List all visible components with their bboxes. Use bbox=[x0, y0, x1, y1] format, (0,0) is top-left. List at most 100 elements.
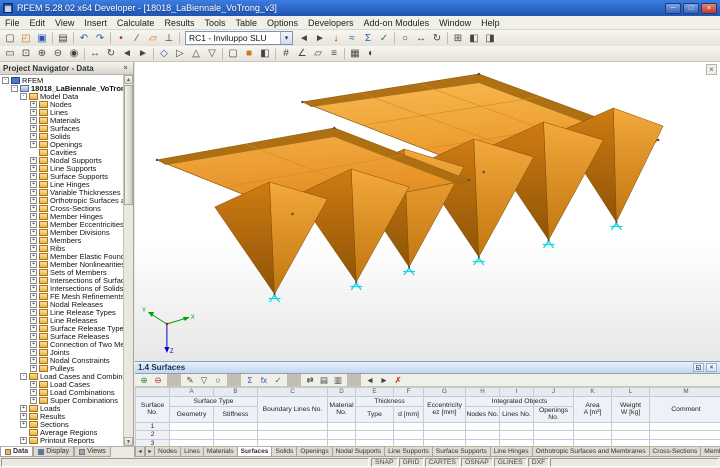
table-dock-icon[interactable]: ◱ bbox=[693, 363, 704, 372]
menu-item[interactable]: Add-on Modules bbox=[359, 17, 435, 29]
navigator-icon[interactable]: ◧ bbox=[466, 31, 482, 45]
table-row[interactable]: 2 bbox=[136, 431, 720, 439]
delete-row-icon[interactable]: ⊖ bbox=[151, 374, 165, 386]
table-cell[interactable] bbox=[500, 422, 534, 430]
table-cell[interactable] bbox=[356, 439, 394, 446]
grid-icon[interactable]: # bbox=[278, 47, 294, 61]
zoom-window-icon[interactable]: ⊡ bbox=[18, 47, 34, 61]
menu-item[interactable]: Tools bbox=[199, 17, 230, 29]
table-tab[interactable]: Orthotropic Surfaces and Membranes bbox=[533, 447, 650, 457]
table-cell[interactable] bbox=[574, 439, 612, 446]
maximize-button[interactable]: □ bbox=[683, 3, 699, 14]
table-cell[interactable] bbox=[328, 431, 356, 439]
tree-expander-icon[interactable] bbox=[11, 85, 18, 92]
tree-expander-icon[interactable] bbox=[30, 333, 37, 340]
column-letter[interactable]: K bbox=[574, 388, 612, 397]
table-cell[interactable] bbox=[534, 422, 574, 430]
table-close-icon[interactable]: × bbox=[706, 363, 717, 372]
table-tab[interactable]: Nodes bbox=[155, 447, 181, 457]
row-number[interactable]: 2 bbox=[136, 431, 170, 439]
menu-item[interactable]: Calculate bbox=[112, 17, 160, 29]
table-tab[interactable]: Surface Supports bbox=[433, 447, 491, 457]
filter-icon[interactable]: ▽ bbox=[197, 374, 211, 386]
menu-item[interactable]: Help bbox=[476, 17, 505, 29]
table-panel-header[interactable]: 1.4 Surfaces ◱ × bbox=[135, 362, 720, 374]
table-cell[interactable] bbox=[500, 439, 534, 446]
tree-expander-icon[interactable] bbox=[30, 365, 37, 372]
tree-expander-icon[interactable] bbox=[20, 413, 27, 420]
table-tab[interactable]: Openings bbox=[297, 447, 332, 457]
tree-expander-icon[interactable] bbox=[30, 357, 37, 364]
table-cell[interactable] bbox=[650, 431, 720, 439]
show-loads-icon[interactable]: ↓ bbox=[328, 31, 344, 45]
menu-item[interactable]: File bbox=[0, 17, 25, 29]
insert-row-icon[interactable]: ⊕ bbox=[137, 374, 151, 386]
table-cell[interactable] bbox=[214, 422, 258, 430]
tree-expander-icon[interactable] bbox=[30, 253, 37, 260]
menu-item[interactable]: Window bbox=[434, 17, 476, 29]
tree-expander-icon[interactable] bbox=[30, 277, 37, 284]
tree-expander-icon[interactable] bbox=[20, 373, 27, 380]
row-number[interactable]: 1 bbox=[136, 422, 170, 430]
table-tab[interactable]: Materials bbox=[204, 447, 238, 457]
table-tab[interactable]: Line Hinges bbox=[491, 447, 533, 457]
tree-expander-icon[interactable] bbox=[30, 389, 37, 396]
undo-icon[interactable]: ↶ bbox=[76, 31, 92, 45]
work-plane-icon[interactable]: ▱ bbox=[310, 47, 326, 61]
status-toggle[interactable]: CARTES bbox=[425, 458, 460, 467]
next-load-case-icon[interactable]: ► bbox=[312, 31, 328, 45]
separator[interactable] bbox=[73, 32, 74, 44]
chevron-down-icon[interactable]: ▾ bbox=[280, 32, 292, 44]
table-cell[interactable] bbox=[650, 422, 720, 430]
column-letter[interactable]: E bbox=[356, 388, 394, 397]
table-cell[interactable] bbox=[258, 422, 328, 430]
menu-item[interactable]: Developers bbox=[303, 17, 359, 29]
tree-expander-icon[interactable] bbox=[30, 141, 37, 148]
separator[interactable] bbox=[347, 374, 361, 386]
table-cell[interactable] bbox=[356, 422, 394, 430]
menu-item[interactable]: Table bbox=[230, 17, 262, 29]
next-view-icon[interactable]: ► bbox=[135, 47, 151, 61]
menu-item[interactable]: View bbox=[50, 17, 79, 29]
model-viewport[interactable]: X Y Z × bbox=[135, 62, 720, 361]
status-toggle[interactable]: OSNAP bbox=[461, 458, 493, 467]
tree-expander-icon[interactable] bbox=[30, 173, 37, 180]
menu-item[interactable]: Edit bbox=[25, 17, 51, 29]
table-tab[interactable]: Cross-Sections bbox=[650, 447, 702, 457]
table-cell[interactable] bbox=[612, 439, 650, 446]
calculate-icon[interactable]: Σ bbox=[360, 31, 376, 45]
tree-expander-icon[interactable] bbox=[30, 269, 37, 276]
column-letter[interactable]: F bbox=[394, 388, 424, 397]
scroll-down-icon[interactable]: ▼ bbox=[124, 437, 133, 446]
separator[interactable] bbox=[394, 32, 395, 44]
separator[interactable] bbox=[84, 48, 85, 60]
tree-expander-icon[interactable] bbox=[30, 149, 37, 156]
new-model-icon[interactable]: ▢ bbox=[2, 31, 18, 45]
new-node-icon[interactable]: • bbox=[113, 31, 129, 45]
separator[interactable] bbox=[110, 32, 111, 44]
table-cell[interactable] bbox=[356, 431, 394, 439]
table-cell[interactable] bbox=[170, 439, 214, 446]
tree-expander-icon[interactable] bbox=[30, 301, 37, 308]
rotate-view-icon[interactable]: ↻ bbox=[103, 47, 119, 61]
menu-item[interactable]: Results bbox=[159, 17, 199, 29]
column-letter[interactable]: A bbox=[170, 388, 214, 397]
snap-icon[interactable]: ∠ bbox=[294, 47, 310, 61]
tree-expander-icon[interactable] bbox=[30, 261, 37, 268]
tree-expander-icon[interactable] bbox=[30, 229, 37, 236]
print-icon[interactable]: ▤ bbox=[55, 31, 71, 45]
view-in-y-icon[interactable]: △ bbox=[188, 47, 204, 61]
separator[interactable] bbox=[179, 32, 180, 44]
tree-expander-icon[interactable] bbox=[30, 165, 37, 172]
tree-expander-icon[interactable] bbox=[30, 349, 37, 356]
table-cell[interactable] bbox=[170, 422, 214, 430]
column-letter[interactable]: D bbox=[328, 388, 356, 397]
tree-expander-icon[interactable] bbox=[30, 397, 37, 404]
column-letter[interactable]: M bbox=[650, 388, 720, 397]
previous-view-icon[interactable]: ◄ bbox=[119, 47, 135, 61]
rotate-icon[interactable]: ↻ bbox=[429, 31, 445, 45]
table-cell[interactable] bbox=[534, 439, 574, 446]
table-cell[interactable] bbox=[170, 431, 214, 439]
tree-expander-icon[interactable] bbox=[30, 133, 37, 140]
tree-expander-icon[interactable] bbox=[20, 421, 27, 428]
